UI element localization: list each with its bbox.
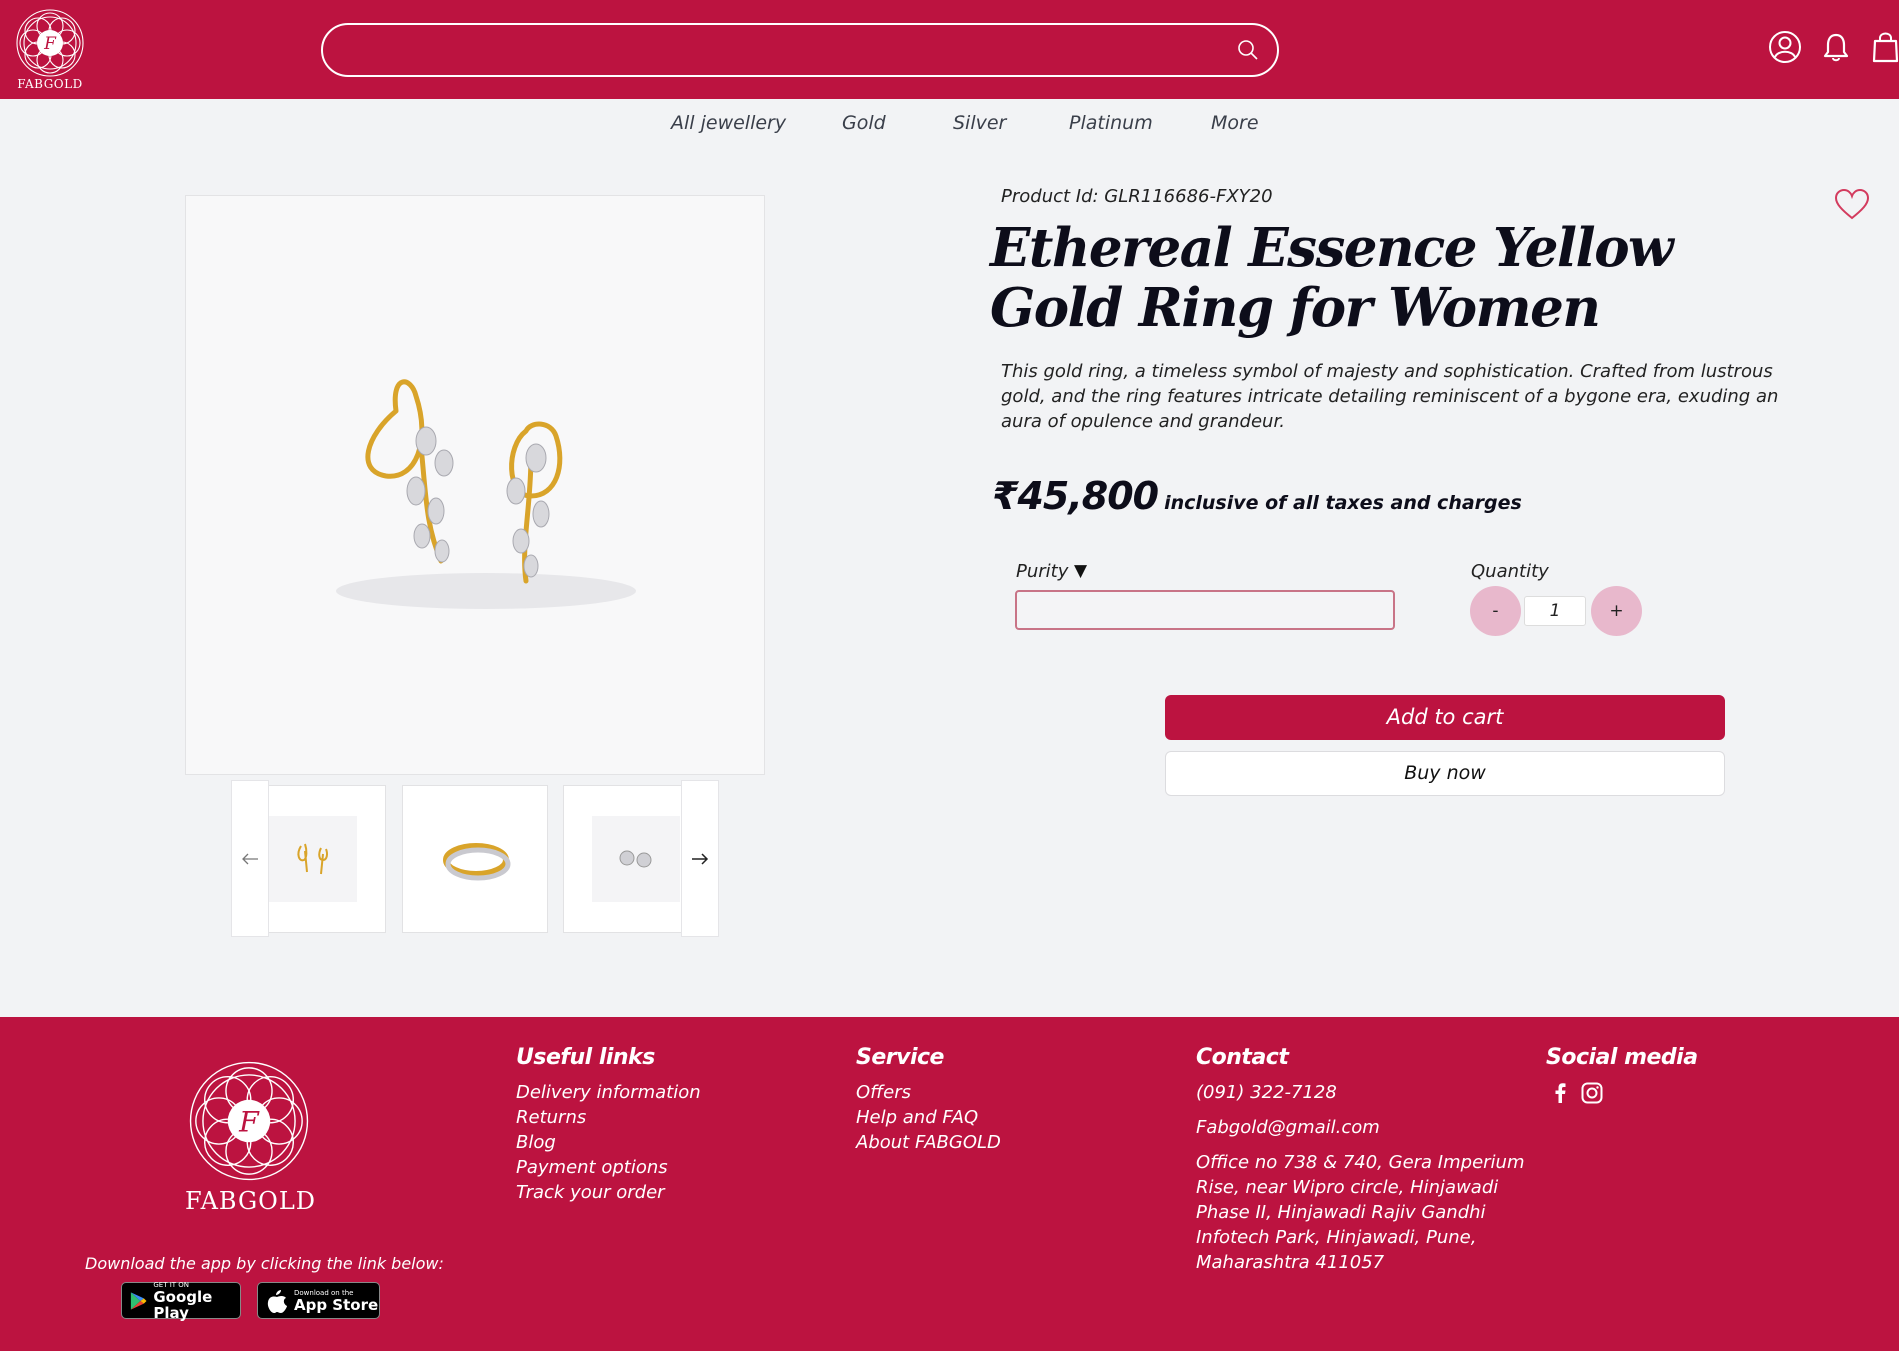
search-icon[interactable] bbox=[1237, 39, 1259, 61]
ring-thumb bbox=[443, 843, 511, 881]
product-price: ₹45,800 bbox=[992, 474, 1159, 518]
instagram-icon[interactable] bbox=[1581, 1082, 1603, 1104]
google-play-big-text: Google Play bbox=[153, 1287, 213, 1322]
footer: F FABGOLD Download the app by clicking t… bbox=[0, 1017, 1899, 1351]
footer-link-about[interactable]: About FABGOLD bbox=[856, 1130, 1001, 1155]
footer-link-returns[interactable]: Returns bbox=[516, 1105, 701, 1130]
thumbnail-next-button[interactable] bbox=[681, 780, 719, 937]
account-icon[interactable] bbox=[1768, 30, 1802, 64]
footer-link-blog[interactable]: Blog bbox=[516, 1130, 701, 1155]
brand-name: FABGOLD bbox=[17, 77, 83, 91]
download-app-text: Download the app by clicking the link be… bbox=[85, 1254, 444, 1273]
footer-link-offers[interactable]: Offers bbox=[856, 1080, 1001, 1105]
purity-dropdown-caret-icon[interactable]: ▼ bbox=[1074, 561, 1087, 581]
nav-item-silver[interactable]: Silver bbox=[953, 112, 1006, 134]
arrow-right-icon bbox=[692, 852, 709, 865]
footer-logo[interactable]: F FABGOLD bbox=[185, 1059, 317, 1215]
purity-label: Purity bbox=[1016, 561, 1069, 582]
footer-link-track-order[interactable]: Track your order bbox=[516, 1180, 701, 1205]
price-row: ₹45,800 inclusive of all taxes and charge… bbox=[992, 474, 1522, 518]
product-title: Ethereal Essence Yellow Gold Ring for Wo… bbox=[990, 217, 1674, 339]
contact-email[interactable]: Fabgold@gmail.com bbox=[1196, 1115, 1526, 1140]
search-input[interactable] bbox=[321, 23, 1279, 77]
buy-now-button[interactable]: Buy now bbox=[1165, 751, 1725, 796]
wishlist-heart-icon[interactable] bbox=[1834, 188, 1870, 220]
arrow-left-icon bbox=[242, 853, 258, 864]
contact-heading: Contact bbox=[1196, 1045, 1289, 1070]
app-store-big-text: App Store bbox=[294, 1295, 379, 1314]
footer-link-delivery[interactable]: Delivery information bbox=[516, 1080, 701, 1105]
service-column: Service Offers Help and FAQ About FABGOL… bbox=[856, 1045, 1001, 1155]
earring-image bbox=[336, 379, 636, 609]
social-media-heading: Social media bbox=[1546, 1045, 1698, 1070]
mandala-icon: F bbox=[16, 9, 84, 77]
thumbnail-studs bbox=[592, 816, 680, 902]
product-id: Product Id: GLR116686-FXY20 bbox=[1001, 186, 1273, 207]
thumbnail-earrings bbox=[269, 816, 357, 902]
app-store-button[interactable]: Download on the App Store bbox=[257, 1282, 380, 1319]
service-heading: Service bbox=[856, 1045, 944, 1070]
facebook-icon[interactable] bbox=[1554, 1083, 1566, 1103]
svg-text:F: F bbox=[238, 1106, 260, 1139]
thumbnail-2[interactable] bbox=[402, 785, 548, 933]
social-media-column: Social media bbox=[1546, 1045, 1698, 1106]
stud-thumb bbox=[619, 850, 652, 868]
bell-icon[interactable] bbox=[1822, 32, 1850, 62]
useful-links-column: Useful links Delivery information Return… bbox=[516, 1045, 701, 1205]
thumbnail-prev-button[interactable] bbox=[231, 780, 269, 937]
contact-phone[interactable]: (091) 322-7128 bbox=[1196, 1080, 1526, 1105]
brand-logo[interactable]: F FABGOLD bbox=[14, 8, 86, 94]
contact-column: Contact (091) 322-7128 Fabgold@gmail.com… bbox=[1196, 1045, 1526, 1275]
google-play-icon bbox=[130, 1291, 147, 1310]
footer-mandala-icon: F bbox=[189, 1061, 309, 1181]
useful-links-heading: Useful links bbox=[516, 1045, 655, 1070]
nav-item-all-jewellery[interactable]: All jewellery bbox=[671, 112, 786, 134]
quantity-decrement-button[interactable]: - bbox=[1470, 586, 1521, 636]
apple-icon bbox=[267, 1289, 287, 1313]
footer-link-payment[interactable]: Payment options bbox=[516, 1155, 701, 1180]
nav-item-more[interactable]: More bbox=[1211, 112, 1259, 134]
quantity-input[interactable]: 1 bbox=[1524, 596, 1586, 626]
earring-thumb bbox=[297, 843, 328, 875]
quantity-label: Quantity bbox=[1471, 561, 1549, 582]
header: F FABGOLD bbox=[0, 0, 1899, 99]
nav-item-gold[interactable]: Gold bbox=[842, 112, 886, 134]
category-nav: All jewellery Gold Silver Platinum More bbox=[0, 112, 1899, 138]
svg-text:F: F bbox=[43, 34, 57, 54]
price-note: inclusive of all taxes and charges bbox=[1164, 492, 1522, 514]
add-to-cart-button[interactable]: Add to cart bbox=[1165, 695, 1725, 740]
google-play-button[interactable]: GET IT ON Google Play bbox=[121, 1281, 241, 1322]
footer-link-help-faq[interactable]: Help and FAQ bbox=[856, 1105, 1001, 1130]
purity-select[interactable] bbox=[1015, 590, 1395, 630]
product-description: This gold ring, a timeless symbol of maj… bbox=[1001, 361, 1779, 432]
contact-address: Office no 738 & 740, Gera Imperium Rise,… bbox=[1196, 1152, 1525, 1273]
product-main-image[interactable] bbox=[185, 195, 765, 775]
quantity-increment-button[interactable]: + bbox=[1591, 586, 1642, 636]
nav-item-platinum[interactable]: Platinum bbox=[1069, 112, 1153, 134]
footer-brand-name: FABGOLD bbox=[185, 1187, 317, 1215]
social-icons bbox=[1546, 1080, 1698, 1106]
cart-icon[interactable] bbox=[1872, 31, 1899, 63]
